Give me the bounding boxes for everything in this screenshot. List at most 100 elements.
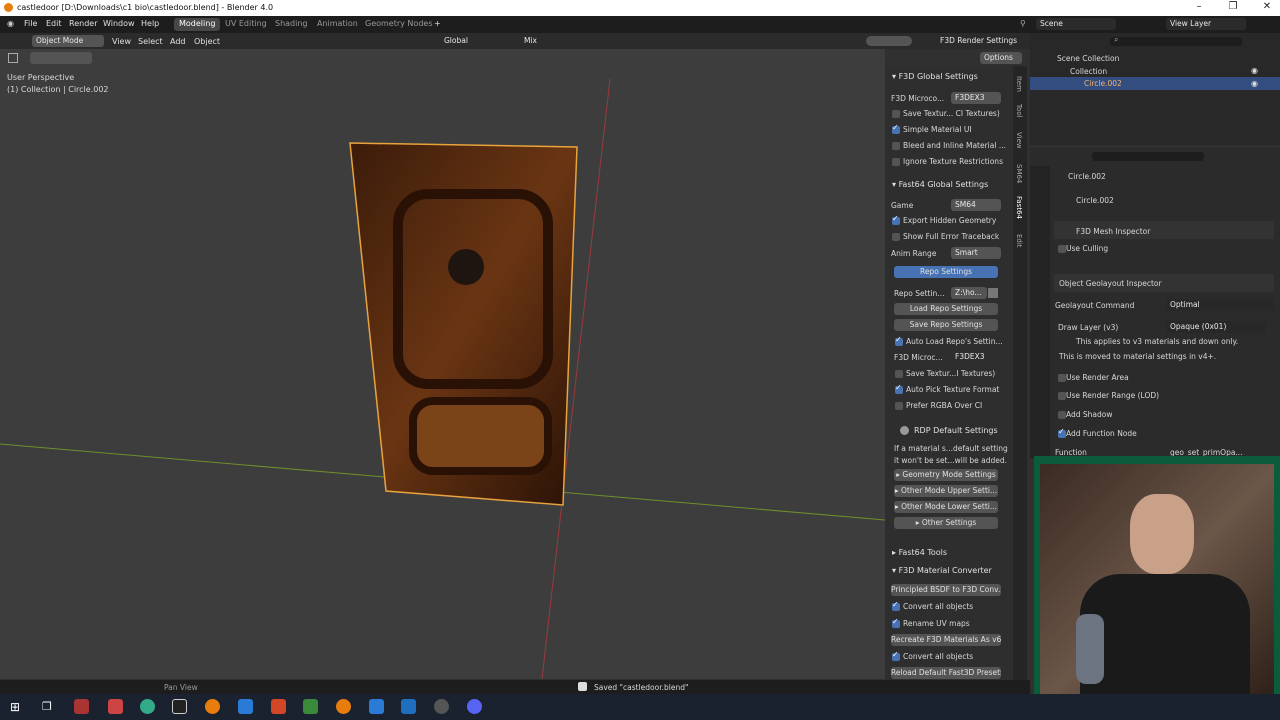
f3d-microcode-dropdown[interactable]: F3DEX3 (951, 92, 1001, 104)
folder-icon[interactable] (988, 288, 998, 298)
menu-window[interactable]: Window (103, 19, 135, 28)
menu-help[interactable]: Help (141, 19, 159, 28)
add-shadow-checkbox[interactable] (1058, 411, 1066, 419)
anim-range-dropdown[interactable]: Smart (951, 247, 1001, 259)
blender-menu-icon[interactable]: ◉ (7, 19, 14, 28)
draw-layer-dropdown[interactable]: Opaque (0x01) (1166, 321, 1266, 333)
tab-animation[interactable]: Animation (312, 18, 363, 31)
principled-to-f3d-button[interactable]: Principled BSDF to F3D Conv... (891, 584, 1001, 596)
tab-modeling[interactable]: Modeling (174, 18, 221, 31)
chrome-icon[interactable] (140, 699, 155, 714)
other-mode-upper-button[interactable]: ▸ Other Mode Upper Setti... (894, 485, 998, 497)
mode-selector[interactable]: Object Mode (32, 35, 104, 47)
render-settings-selector[interactable]: F3D Render Settings (936, 35, 1022, 47)
close-icon[interactable]: ✕ (1256, 1, 1278, 12)
other-mode-lower-button[interactable]: ▸ Other Mode Lower Setti... (894, 501, 998, 513)
menu-select[interactable]: Select (138, 37, 163, 46)
full-traceback-checkbox[interactable] (892, 233, 900, 241)
load-repo-settings-button[interactable]: Load Repo Settings (894, 303, 998, 315)
game-dropdown[interactable]: SM64 (951, 199, 1001, 211)
use-render-area-checkbox[interactable] (1058, 374, 1066, 382)
office-icon[interactable] (271, 699, 286, 714)
geolayout-command-dropdown[interactable]: Optimal (1166, 299, 1274, 311)
save-repo-settings-button[interactable]: Save Repo Settings (894, 319, 998, 331)
tab-tool[interactable]: Tool (1015, 104, 1023, 118)
task-view-icon[interactable]: ❐ (42, 700, 52, 713)
rdp-default-header[interactable]: RDP Default Settings (914, 426, 998, 435)
properties-search-input[interactable] (1092, 152, 1204, 161)
orientation-selector[interactable]: Global (440, 35, 484, 47)
windows-start-icon[interactable]: ⊞ (10, 700, 20, 714)
visibility-icon[interactable]: ◉ (1251, 66, 1258, 75)
export-hidden-checkbox[interactable] (892, 214, 900, 225)
f3d-global-header[interactable]: ▾ F3D Global Settings (892, 72, 978, 81)
menu-file[interactable]: File (24, 19, 37, 28)
blender-icon[interactable] (205, 699, 220, 714)
tab-item[interactable]: Item (1015, 76, 1023, 92)
app-icon[interactable] (369, 699, 384, 714)
tab-sm64[interactable]: SM64 (1015, 164, 1023, 183)
obs-icon[interactable] (434, 699, 449, 714)
convert-all-checkbox-1[interactable] (892, 600, 900, 611)
visibility-icon[interactable]: ◉ (1251, 79, 1258, 88)
view-layer-selector[interactable]: View Layer (1166, 18, 1246, 30)
edge-icon[interactable] (238, 699, 253, 714)
use-render-range-checkbox[interactable] (1058, 392, 1066, 400)
outliner-row-selected[interactable] (1030, 77, 1280, 90)
reload-presets-button[interactable]: Reload Default Fast3D Presets (891, 667, 1001, 679)
app-icon[interactable] (303, 699, 318, 714)
repo-microcode-dropdown[interactable]: F3DEX3 (951, 351, 1001, 363)
other-settings-button[interactable]: ▸ Other Settings (894, 517, 998, 529)
recreate-f3d-button[interactable]: Recreate F3D Materials As v6 (891, 634, 1001, 646)
bleed-inline-checkbox[interactable] (892, 142, 900, 150)
discord-icon[interactable] (467, 699, 482, 714)
menu-object[interactable]: Object (194, 37, 220, 46)
shading-mode-buttons[interactable] (866, 36, 912, 46)
blender-active-icon[interactable] (336, 699, 351, 714)
selection-mode-buttons[interactable] (30, 52, 92, 64)
object-item[interactable]: Circle.002 (1084, 79, 1122, 88)
material-converter-header[interactable]: ▾ F3D Material Converter (892, 566, 992, 575)
tab-shading[interactable]: Shading (270, 18, 313, 31)
tab-edit[interactable]: Edit (1015, 234, 1023, 248)
repo-save-textures-checkbox[interactable] (895, 370, 903, 378)
select-box-icon[interactable] (8, 53, 18, 63)
properties-tab-strip[interactable] (1030, 166, 1050, 458)
3d-viewport[interactable]: User Perspective (1) Collection | Circle… (0, 49, 885, 679)
geometry-mode-settings-button[interactable]: ▸ Geometry Mode Settings (894, 469, 998, 481)
convert-all-checkbox-2[interactable] (892, 650, 900, 661)
minimize-icon[interactable]: – (1188, 1, 1210, 12)
app-icon[interactable] (108, 699, 123, 714)
save-textures-checkbox[interactable] (892, 110, 900, 118)
scene-collection-item[interactable]: Scene Collection (1057, 54, 1119, 63)
rename-uv-checkbox[interactable] (892, 617, 900, 628)
mesh-name[interactable]: Circle.002 (1076, 196, 1114, 205)
fast64-global-header[interactable]: ▾ Fast64 Global Settings (892, 180, 988, 189)
fast64-tools-header[interactable]: ▸ Fast64 Tools (892, 548, 947, 557)
app-icon[interactable] (74, 699, 89, 714)
menu-add[interactable]: Add (170, 37, 186, 46)
repo-path-field[interactable]: Z:\ho... (951, 287, 987, 299)
add-workspace-button[interactable]: + (434, 19, 441, 28)
tab-geometry-nodes[interactable]: Geometry Nodes (360, 18, 437, 31)
repo-settings-header[interactable]: Repo Settings (894, 266, 998, 278)
snap-mode-selector[interactable]: Mix (520, 35, 552, 47)
auto-pick-format-checkbox[interactable] (895, 383, 903, 394)
options-dropdown[interactable]: Options (980, 52, 1022, 64)
add-function-node-checkbox[interactable] (1058, 427, 1066, 438)
use-culling-checkbox[interactable] (1058, 245, 1066, 253)
menu-render[interactable]: Render (69, 19, 97, 28)
tab-fast64[interactable]: Fast64 (1015, 196, 1023, 219)
outliner-search-input[interactable] (1110, 37, 1242, 46)
ignore-texture-checkbox[interactable] (892, 158, 900, 166)
auto-load-repo-checkbox[interactable] (895, 335, 903, 346)
terminal-icon[interactable] (172, 699, 187, 714)
menu-edit[interactable]: Edit (46, 19, 62, 28)
simple-material-ui-checkbox[interactable] (892, 123, 900, 134)
menu-view[interactable]: View (112, 37, 131, 46)
tab-uv-editing[interactable]: UV Editing (220, 18, 272, 31)
maximize-icon[interactable]: ❐ (1222, 1, 1244, 12)
collection-item[interactable]: Collection (1070, 67, 1107, 76)
tab-view[interactable]: View (1015, 132, 1023, 149)
prefer-rgba-checkbox[interactable] (895, 402, 903, 410)
